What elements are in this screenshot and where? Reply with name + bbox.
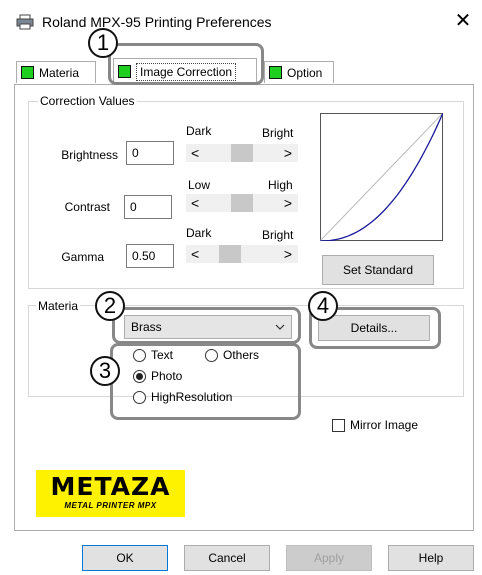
gamma-slider[interactable]: < > [186,245,298,263]
contrast-slider[interactable]: < > [186,194,298,212]
metaza-logo: METAZA METAL PRINTER MPX [36,470,185,517]
brightness-bright-label: Bright [262,126,294,140]
arrow-right-icon[interactable]: > [284,144,292,162]
mirror-image-checkbox[interactable]: Mirror Image [332,418,452,434]
window-title: Roland MPX-95 Printing Preferences [42,14,272,30]
gamma-label: Gamma [61,250,104,264]
callout-number-2: 2 [95,291,125,321]
brightness-dark-label: Dark [186,124,212,138]
arrow-right-icon[interactable]: > [284,194,292,212]
callout-frame-3 [110,343,301,420]
brightness-slider-thumb[interactable] [231,144,253,162]
ok-button[interactable]: OK [82,545,168,571]
tab-marker-icon [21,66,34,79]
correction-values-label: Correction Values [38,94,137,108]
logo-sub-text: METAL PRINTER MPX [64,501,157,510]
brightness-input[interactable]: 0 [126,141,174,165]
arrow-left-icon[interactable]: < [191,144,199,162]
printer-icon [16,14,34,30]
brightness-slider[interactable]: < > [186,144,298,162]
close-button[interactable]: ✕ [450,8,476,34]
gamma-dark-label: Dark [186,226,212,240]
material-group-label: Materia [36,299,81,313]
gamma-bright-label: Bright [262,228,294,242]
gamma-input[interactable]: 0.50 [126,244,174,268]
tab-option-label: Option [287,65,323,80]
tab-material-label: Materia [39,65,80,80]
contrast-input[interactable]: 0 [124,195,172,219]
contrast-high-label: High [268,178,293,192]
callout-frame-1 [108,43,264,85]
title-bar: Roland MPX-95 Printing Preferences ✕ [0,0,482,44]
brightness-label: Brightness [61,148,118,162]
callout-frame-2 [112,307,301,344]
callout-number-3: 3 [90,356,120,386]
tab-material[interactable]: Materia [16,61,96,83]
callout-number-4: 4 [308,291,338,321]
arrow-left-icon[interactable]: < [191,245,199,263]
arrow-right-icon[interactable]: > [284,245,292,263]
contrast-slider-thumb[interactable] [231,194,253,212]
apply-button[interactable]: Apply [286,545,372,571]
set-standard-button[interactable]: Set Standard [322,255,434,285]
cancel-button[interactable]: Cancel [184,545,270,571]
callout-number-1: 1 [88,28,118,58]
gamma-slider-thumb[interactable] [219,245,241,263]
checkbox[interactable] [332,419,345,432]
gamma-curve-preview [320,113,443,241]
arrow-left-icon[interactable]: < [191,194,199,212]
tab-marker-icon [269,66,282,79]
help-button[interactable]: Help [388,545,474,571]
tab-option[interactable]: Option [264,61,334,83]
mirror-image-label: Mirror Image [350,418,419,432]
logo-main-text: METAZA [50,472,171,501]
contrast-label: Contrast [64,200,110,214]
contrast-low-label: Low [188,178,211,192]
